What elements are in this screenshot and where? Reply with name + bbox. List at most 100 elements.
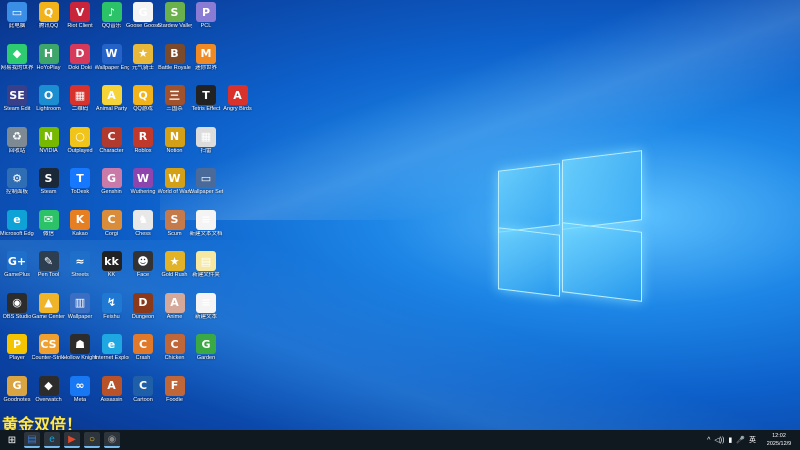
desktop-icon[interactable]: ★ Gold Rush [158, 249, 192, 289]
desktop-icon-label: Stardew Valley [157, 23, 192, 29]
desktop-icon[interactable]: CS Counter-Strike [32, 332, 66, 372]
desktop-icon[interactable]: G Goodnotes [0, 374, 34, 414]
desktop-icon[interactable]: ★ 元气骑士 [126, 42, 160, 82]
desktop-icon[interactable]: G Garden [189, 332, 223, 372]
desktop-icon[interactable]: K Kakao [63, 208, 97, 248]
desktop-icon[interactable]: ◆ 网易我的世界 [0, 42, 34, 82]
desktop-icon-label: GamePlus [4, 272, 30, 278]
desktop-icon-label: 三国杀 [166, 106, 183, 112]
desktop-icon[interactable]: A Anime [158, 291, 192, 331]
desktop-icon[interactable]: P Player [0, 332, 34, 372]
desktop-icon[interactable]: Q QQ游戏 [126, 83, 160, 123]
app-icon: ☻ [133, 251, 153, 271]
desktop-icon[interactable]: kk KK [95, 249, 129, 289]
app-icon: ○ [70, 126, 90, 147]
desktop-icon[interactable]: G+ GamePlus [0, 249, 34, 289]
desktop-icon[interactable]: V Riot Client [63, 0, 97, 40]
desktop-icon[interactable]: ◆ Overwatch [32, 374, 66, 414]
desktop-icon[interactable]: P PCL [189, 0, 223, 40]
desktop-icon[interactable]: W Wuthering [126, 166, 160, 206]
desktop-icon[interactable]: ✎ Pen Tool [32, 249, 66, 289]
desktop-icon[interactable]: ◉ OBS Studio [0, 291, 34, 331]
desktop-icon[interactable]: R Roblox [126, 125, 160, 165]
network-icon[interactable]: ▮ [728, 436, 732, 444]
desktop-icon[interactable]: A Angry Birds [221, 83, 255, 123]
desktop-icon-label: Foodie [166, 396, 183, 403]
desktop-icon[interactable]: ▲ Game Center [32, 291, 66, 331]
desktop-icon[interactable]: ≡ 新建文本文档 [189, 208, 223, 248]
desktop-icon[interactable]: S Steam [32, 166, 66, 206]
app-icon: 三 [164, 85, 185, 105]
desktop-icon[interactable]: T ToDesk [63, 166, 97, 206]
desktop-icon[interactable]: ≡ 新建文本 [189, 291, 223, 331]
start-button[interactable]: ⊞ [4, 432, 20, 448]
ime-indicator[interactable]: 英 [749, 435, 756, 445]
desktop-icon[interactable]: C Cartoon [126, 374, 160, 414]
app-icon: e [101, 334, 122, 354]
desktop-icon[interactable]: A Assassin [95, 374, 129, 414]
desktop-icon[interactable]: C Character [95, 125, 129, 165]
desktop-icon[interactable]: N Notion [158, 125, 192, 165]
desktop-icon[interactable]: ♻ 回收站 [0, 125, 34, 165]
desktop-icon[interactable]: ♞ Chess [126, 208, 160, 248]
desktop-icon[interactable]: ∞ Meta [63, 374, 97, 414]
desktop-icon[interactable]: GGoose Goose Duck [126, 0, 160, 40]
taskbar-app-task-view[interactable]: ▤ [24, 432, 40, 448]
desktop-icon[interactable]: ☗ Hollow Knight [63, 332, 97, 372]
desktop-icon[interactable]: F Foodie [158, 374, 192, 414]
desktop-icon[interactable]: C Corgi [95, 208, 129, 248]
volume-icon[interactable]: ◁)) [714, 436, 724, 444]
desktop-icon[interactable]: T Tetris Effect [189, 83, 223, 123]
desktop-icon-label: Goodnotes [3, 396, 31, 403]
desktop-icon[interactable]: WWallpaper Engine [95, 42, 129, 82]
taskbar-app-outplayed[interactable]: ○ [84, 432, 100, 448]
chevron-up-icon[interactable]: ^ [707, 437, 710, 444]
app-icon: ★ [133, 43, 153, 64]
app-icon: F [164, 375, 185, 396]
desktop-icon[interactable]: G Genshin [95, 166, 129, 206]
mic-icon[interactable]: 🎤 [736, 436, 745, 444]
desktop-icon[interactable]: D Doki Doki [63, 42, 97, 82]
desktop-icon[interactable]: C Chicken [158, 332, 192, 372]
desktop-icon[interactable]: ↯ Feishu [95, 291, 129, 331]
taskbar-app-edge[interactable]: e [44, 432, 60, 448]
desktop-icon[interactable]: B Battle Royale [158, 42, 192, 82]
desktop-icon[interactable]: D Dungeon [126, 291, 160, 331]
desktop-icon-label: Notion [166, 147, 183, 154]
desktop-icon[interactable]: ☻ Face [126, 249, 160, 289]
desktop-icon-label: Lightroom [36, 106, 61, 112]
desktop-icon[interactable]: ○ Outplayed [63, 125, 97, 165]
desktop-icon[interactable]: ▭ Wallpaper Set [189, 166, 223, 206]
desktop-icon[interactable]: ▤ 新建文件夹 [189, 249, 223, 289]
desktop-icon[interactable]: Q 腾讯QQ [32, 0, 66, 40]
desktop-icon[interactable]: ▦ 扫雷 [189, 125, 223, 165]
desktop-icon[interactable]: ♪ QQ音乐 [95, 0, 129, 40]
desktop-icon[interactable]: O Lightroom [32, 83, 66, 123]
desktop-icon[interactable]: ▦ 二维码 [63, 83, 97, 123]
desktop-icon[interactable]: ✉ 微信 [32, 208, 66, 248]
app-icon: ✎ [38, 251, 59, 271]
desktop-icon-label: Wallpaper Set [189, 189, 223, 195]
desktop-icon[interactable]: SE Steam Edit [0, 83, 34, 123]
desktop-icon[interactable]: H HoYoPlay [32, 42, 66, 82]
desktop-icon[interactable]: ≈ Streets [63, 249, 97, 289]
desktop-icon[interactable]: A Animal Party [95, 83, 129, 123]
desktop-icon[interactable]: M 迷你世界 [189, 42, 223, 82]
app-icon: G+ [7, 251, 27, 271]
desktop-icon[interactable]: S Scum [158, 208, 192, 248]
desktop-icon[interactable]: ⚙ 控制面板 [0, 166, 34, 206]
desktop-icon[interactable]: e Microsoft Edge [0, 208, 34, 248]
desktop-icon[interactable]: eInternet Explorer [95, 332, 129, 372]
clock[interactable]: 12:02 2025/12/9 [764, 432, 794, 448]
desktop-icon[interactable]: N NVIDIA [32, 125, 66, 165]
windows-logo-wallpaper [490, 145, 650, 305]
desktop-icon-label: Character [99, 147, 124, 154]
desktop-icon[interactable]: ▥ Wallpaper [63, 291, 97, 331]
desktop-icon[interactable]: S Stardew Valley [158, 0, 192, 40]
taskbar-app-media[interactable]: ▶ [64, 432, 80, 448]
desktop-icon[interactable]: ▭ 此电脑 [0, 0, 34, 40]
taskbar-app-obs[interactable]: ◉ [104, 432, 120, 448]
desktop-icon[interactable]: 三三国杀 [158, 83, 192, 123]
desktop-icon[interactable]: C Crash [126, 332, 160, 372]
desktop-icon[interactable]: WWorld of Warcraft [158, 166, 192, 206]
